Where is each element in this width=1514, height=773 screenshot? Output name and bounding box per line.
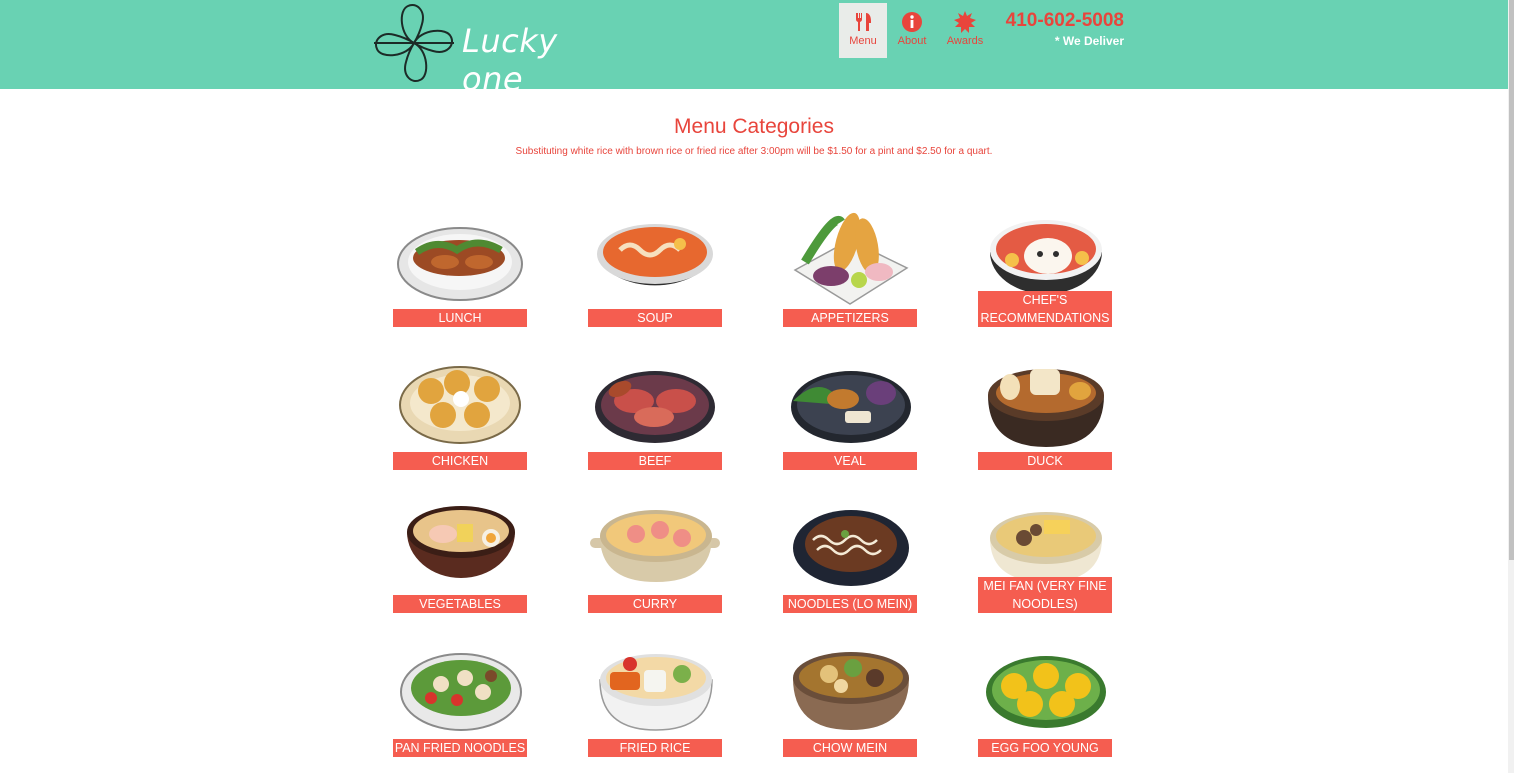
category-label: Chow Mein [783, 739, 917, 757]
brand-name: Lucky one [462, 22, 558, 98]
soup-bowl-icon [597, 224, 713, 286]
phone-number[interactable]: 410-602-5008 [996, 10, 1124, 32]
category-card-chicken[interactable]: Chicken [393, 335, 527, 470]
clover-logo-icon [374, 4, 454, 82]
page-title: Menu Categories [674, 115, 834, 138]
brand-logo[interactable]: Lucky one [372, 2, 612, 98]
category-label: Pan Fried Noodles [393, 739, 527, 757]
category-card-chow-mein[interactable]: Chow Mein [783, 622, 917, 757]
chow-mein-bowl-icon [793, 652, 909, 730]
category-card-veal[interactable]: Veal [783, 335, 917, 470]
category-card-chefs-recommendations[interactable]: Chef's Recommendations [978, 192, 1112, 327]
delivery-note: * We Deliver [1054, 34, 1124, 48]
category-label: Mei Fan (very fine noodles) [978, 577, 1112, 613]
category-label: Noodles (Lo Mein) [783, 595, 917, 613]
curry-pot-icon [590, 510, 720, 582]
category-label: Chicken [393, 452, 527, 470]
nav-menu[interactable]: Menu [839, 3, 887, 58]
category-card-appetizers[interactable]: Appetizers [783, 192, 917, 327]
category-label: Vegetables [393, 595, 527, 613]
award-icon [954, 11, 976, 33]
nav-about-label: About [897, 35, 927, 47]
egg-foo-young-icon [986, 656, 1106, 728]
chicken-plate-icon [399, 366, 521, 444]
page-note: Substituting white rice with brown rice … [515, 146, 993, 157]
beef-plate-icon [595, 371, 715, 443]
category-label: Curry [588, 595, 722, 613]
category-card-duck[interactable]: Duck [978, 335, 1112, 470]
duck-pot-icon [988, 369, 1104, 447]
scrollbar-thumb[interactable] [1509, 0, 1514, 560]
category-label: Appetizers [783, 309, 917, 327]
category-card-noodles-lo-mein[interactable]: Noodles (Lo Mein) [783, 478, 917, 613]
category-card-pan-fried-noodles[interactable]: Pan Fried Noodles [393, 622, 527, 757]
category-label: Beef [588, 452, 722, 470]
lunch-plate-icon [397, 227, 523, 301]
category-label: Fried Rice [588, 739, 722, 757]
category-card-curry[interactable]: Curry [588, 478, 722, 613]
category-label: Egg Foo Young [978, 739, 1112, 757]
category-card-beef[interactable]: Beef [588, 335, 722, 470]
ramen-bowl-icon [407, 506, 515, 578]
category-card-lunch[interactable]: Lunch [393, 192, 527, 327]
nav-awards[interactable]: Awards [940, 3, 990, 58]
category-card-vegetables[interactable]: Vegetables [393, 478, 527, 613]
pan-fried-noodle-icon [400, 653, 522, 731]
category-label: Lunch [393, 309, 527, 327]
category-label: Duck [978, 452, 1112, 470]
noodle-plate-icon [793, 510, 909, 586]
category-card-fried-rice[interactable]: Fried Rice [588, 622, 722, 757]
utensils-icon [855, 13, 871, 31]
category-card-mei-fan[interactable]: Mei Fan (very fine noodles) [978, 478, 1112, 613]
category-card-soup[interactable]: Soup [588, 192, 722, 327]
veal-plate-icon [791, 371, 911, 443]
category-card-egg-foo-young[interactable]: Egg Foo Young [978, 622, 1112, 757]
tempura-icon [793, 212, 909, 305]
fried-rice-bowl-icon [599, 654, 713, 731]
nav-menu-label: Menu [849, 35, 877, 47]
category-label: Chef's Recommendations [978, 291, 1112, 327]
site-header: Lucky one Menu About Awards 410-602-5008… [0, 0, 1508, 98]
nav-about[interactable]: About [892, 3, 932, 58]
info-icon [902, 12, 922, 32]
category-label: Soup [588, 309, 722, 327]
nav-awards-label: Awards [946, 35, 984, 47]
category-label: Veal [783, 452, 917, 470]
